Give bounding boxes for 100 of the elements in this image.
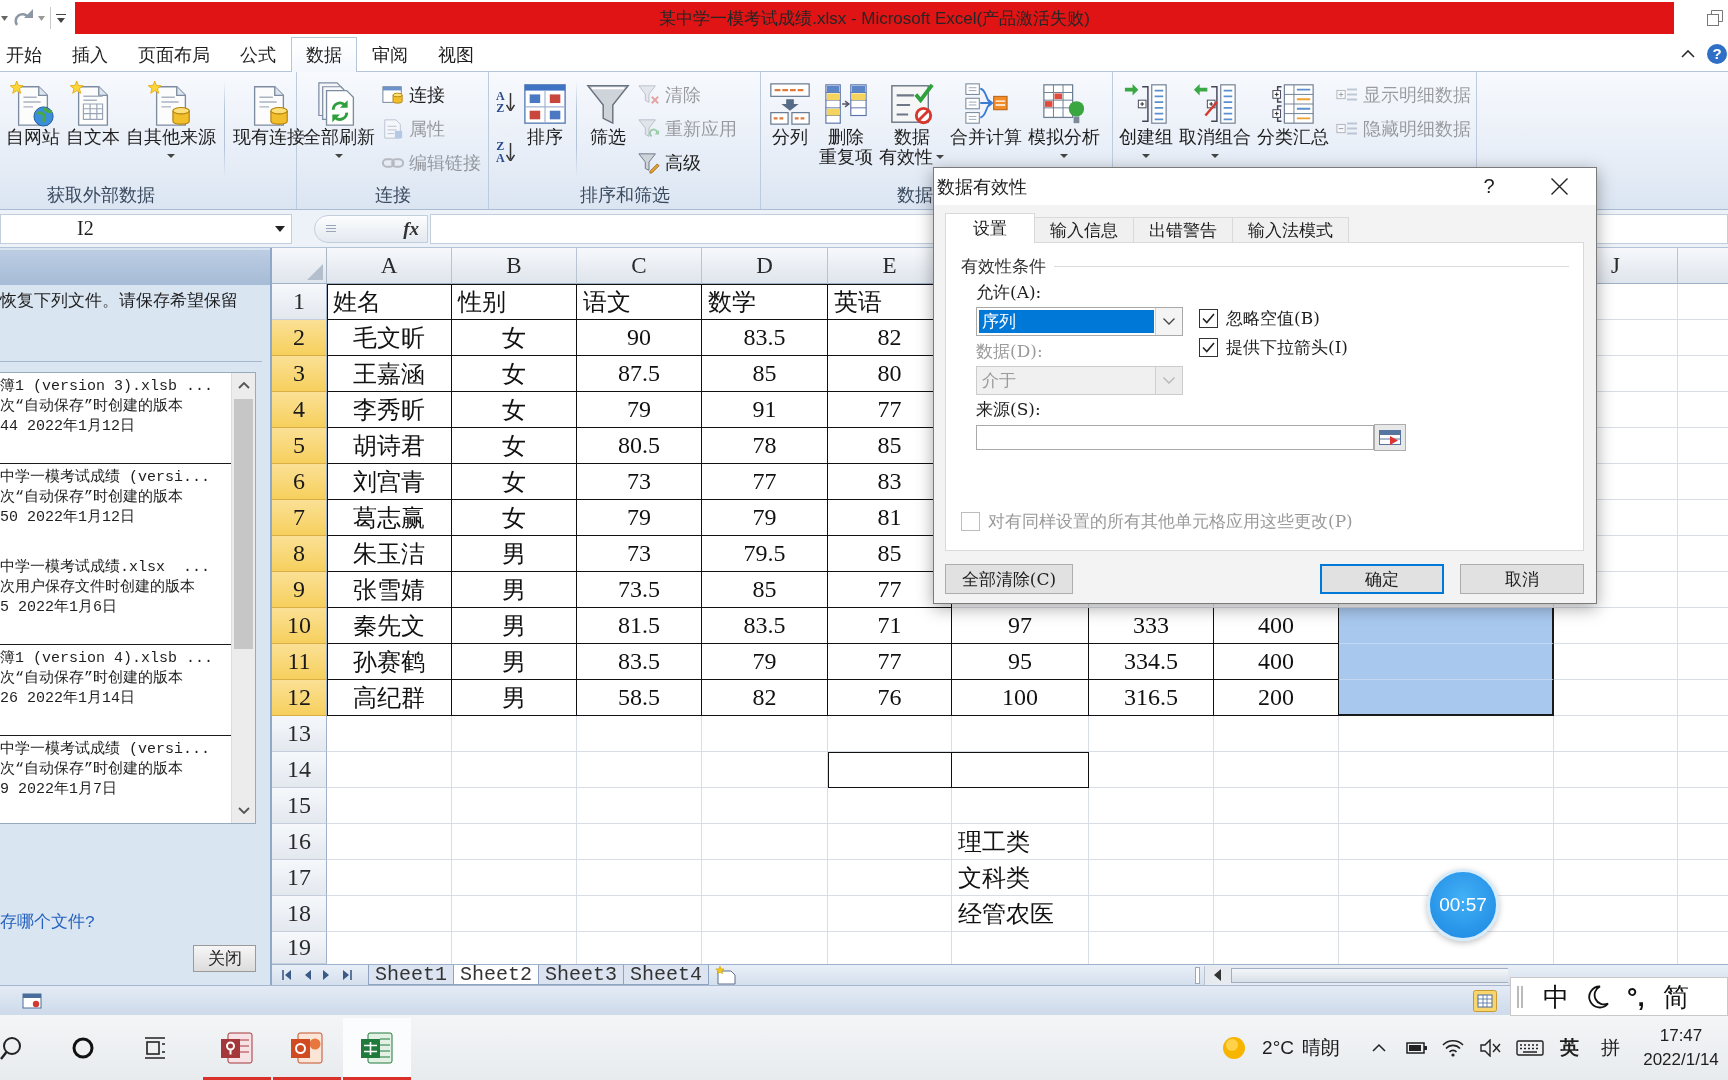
first-sheet-icon[interactable] bbox=[282, 969, 292, 981]
name-cell[interactable]: 毛文昕 bbox=[327, 320, 452, 356]
gender-cell[interactable]: 女 bbox=[452, 392, 577, 428]
file-name[interactable]: 中学一模考试成绩 (versi... bbox=[0, 740, 210, 760]
row-header[interactable]: 6 bbox=[272, 464, 327, 500]
ribbon-button[interactable]: 数据 有效性 bbox=[877, 81, 946, 167]
script-toggle[interactable]: 简 bbox=[1662, 981, 1689, 1012]
keyboard-icon[interactable] bbox=[1516, 1038, 1544, 1057]
task-view-icon[interactable] bbox=[144, 1036, 166, 1059]
score-cell[interactable]: 81.5 bbox=[577, 608, 702, 644]
row-header[interactable]: 19 bbox=[272, 932, 327, 964]
gender-cell[interactable]: 女 bbox=[452, 464, 577, 500]
name-cell[interactable]: 李秀昕 bbox=[327, 392, 452, 428]
dialog-tab[interactable]: 输入信息 bbox=[1034, 217, 1134, 242]
score-cell[interactable]: 91 bbox=[702, 392, 828, 428]
ribbon-tab[interactable]: 视图 bbox=[423, 37, 489, 71]
collapse-ribbon-icon[interactable] bbox=[1681, 49, 1695, 58]
score-cell[interactable]: 333 bbox=[1089, 608, 1214, 644]
next-sheet-icon[interactable] bbox=[323, 969, 330, 981]
score-cell[interactable]: 79 bbox=[577, 392, 702, 428]
column-header[interactable]: C bbox=[577, 248, 702, 284]
macro-record-icon[interactable] bbox=[22, 991, 42, 1010]
caret-down-icon[interactable] bbox=[275, 225, 285, 232]
grip-icon[interactable] bbox=[1517, 985, 1523, 1008]
score-cell[interactable]: 58.5 bbox=[577, 680, 702, 716]
selected-cell[interactable] bbox=[1339, 680, 1554, 716]
score-cell[interactable]: 95 bbox=[952, 644, 1089, 680]
battery-icon[interactable] bbox=[1406, 1040, 1428, 1055]
redo-icon[interactable] bbox=[13, 9, 33, 27]
ime-mode-button[interactable]: 拼 bbox=[1601, 1034, 1620, 1061]
row-header[interactable]: 2 bbox=[272, 320, 327, 356]
row-header[interactable]: 13 bbox=[272, 716, 327, 752]
ribbon-button[interactable]: 删除 重复项 bbox=[817, 81, 875, 167]
column-header[interactable]: D bbox=[702, 248, 828, 284]
dialog-button[interactable]: 全部清除(C) bbox=[945, 564, 1073, 594]
row-header[interactable]: 7 bbox=[272, 500, 327, 536]
gender-cell[interactable]: 女 bbox=[452, 356, 577, 392]
score-cell[interactable]: 83.5 bbox=[702, 320, 828, 356]
row-header[interactable]: 8 bbox=[272, 536, 327, 572]
taskbar-app-button[interactable] bbox=[343, 1018, 411, 1080]
ribbon-tab[interactable]: 开始 bbox=[0, 37, 57, 71]
heading-cell[interactable]: 姓名 bbox=[327, 284, 452, 320]
name-cell[interactable]: 刘宫青 bbox=[327, 464, 452, 500]
row-header[interactable]: 18 bbox=[272, 896, 327, 932]
name-cell[interactable]: 葛志赢 bbox=[327, 500, 452, 536]
ribbon-button[interactable]: 自文本 bbox=[64, 81, 122, 147]
score-cell[interactable]: 87.5 bbox=[577, 356, 702, 392]
ribbon-button[interactable]: 高级 bbox=[634, 146, 740, 180]
wifi-icon[interactable] bbox=[1442, 1038, 1464, 1057]
score-cell[interactable]: 77 bbox=[702, 464, 828, 500]
score-cell[interactable]: 85 bbox=[702, 572, 828, 608]
clock-date[interactable]: 2022/1/14 bbox=[1643, 1047, 1719, 1072]
score-cell[interactable]: 85 bbox=[702, 356, 828, 392]
gender-cell[interactable]: 男 bbox=[452, 680, 577, 716]
help-button[interactable]: ? bbox=[1707, 43, 1727, 64]
gender-cell[interactable]: 男 bbox=[452, 536, 577, 572]
ribbon-tab[interactable]: 数据 bbox=[291, 37, 357, 72]
punctuation-toggle[interactable]: °, bbox=[1627, 981, 1645, 1012]
split-handle[interactable] bbox=[1195, 966, 1200, 984]
score-cell[interactable]: 77 bbox=[828, 644, 952, 680]
selected-cell[interactable] bbox=[1339, 644, 1554, 680]
dialog-tab[interactable]: 设置 bbox=[945, 213, 1035, 243]
score-cell[interactable]: 316.5 bbox=[1089, 680, 1214, 716]
score-cell[interactable]: 90 bbox=[577, 320, 702, 356]
scrollbar-thumb[interactable] bbox=[234, 399, 253, 649]
clock-time[interactable]: 17:47 bbox=[1659, 1023, 1703, 1048]
score-cell[interactable]: 78 bbox=[702, 428, 828, 464]
row-header[interactable]: 17 bbox=[272, 860, 327, 896]
dropdown-field[interactable]: 序列 bbox=[976, 307, 1183, 336]
checkbox-label[interactable]: 忽略空值(B) bbox=[1226, 307, 1320, 330]
previous-sheet-icon[interactable] bbox=[304, 969, 311, 981]
score-cell[interactable]: 79 bbox=[577, 500, 702, 536]
gender-cell[interactable]: 女 bbox=[452, 500, 577, 536]
close-button[interactable]: 关闭 bbox=[193, 945, 256, 972]
customize-menu-icon[interactable] bbox=[56, 13, 66, 23]
sort-descending-button[interactable]: Z A bbox=[493, 133, 518, 171]
ribbon-button[interactable]: 创建组 bbox=[1117, 81, 1175, 158]
ribbon-button[interactable]: 自网站 bbox=[4, 81, 62, 147]
name-cell[interactable]: 张雪婧 bbox=[327, 572, 452, 608]
dialog-button[interactable]: 取消 bbox=[1460, 564, 1584, 594]
scrollbar-thumb[interactable] bbox=[1231, 967, 1508, 983]
ribbon-tab[interactable]: 页面布局 bbox=[123, 37, 225, 71]
name-cell[interactable]: 秦先文 bbox=[327, 608, 452, 644]
name-cell[interactable]: 胡诗君 bbox=[327, 428, 452, 464]
ribbon-button[interactable]: 分列 bbox=[765, 81, 815, 147]
dropdown-value[interactable]: 序列 bbox=[979, 310, 1154, 333]
scroll-down-icon[interactable] bbox=[237, 807, 250, 814]
ribbon-tab[interactable]: 公式 bbox=[225, 37, 291, 71]
name-box[interactable]: I2 bbox=[0, 213, 292, 244]
ribbon-button[interactable]: 分类汇总 bbox=[1255, 81, 1331, 147]
input-language-button[interactable]: 英 bbox=[1560, 1034, 1579, 1061]
checkbox-label[interactable]: 提供下拉箭头(I) bbox=[1226, 336, 1348, 359]
gender-cell[interactable]: 男 bbox=[452, 608, 577, 644]
help-link[interactable]: 存哪个文件? bbox=[0, 913, 96, 933]
ribbon-tab[interactable]: 审阅 bbox=[357, 37, 423, 71]
heading-cell[interactable]: 数学 bbox=[702, 284, 828, 320]
score-cell[interactable]: 73 bbox=[577, 536, 702, 572]
dialog-tab[interactable]: 输入法模式 bbox=[1232, 217, 1349, 242]
gender-cell[interactable]: 男 bbox=[452, 644, 577, 680]
gender-cell[interactable]: 女 bbox=[452, 320, 577, 356]
